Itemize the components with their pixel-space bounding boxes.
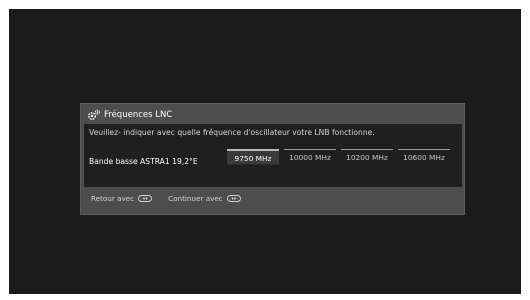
- frequency-option-10600[interactable]: 10600 MHz: [398, 149, 450, 165]
- instruction-text: Veuillez- indiquer avec quelle fréquence…: [89, 128, 375, 137]
- continue-label: Continuer avec: [168, 194, 223, 203]
- back-label: Retour avec: [91, 194, 135, 203]
- tv-screen: Fréquences LNC Veuillez- indiquer avec q…: [9, 9, 521, 294]
- frequency-option-10200[interactable]: 10200 MHz: [341, 149, 393, 165]
- frequency-options: 9750 MHz 10000 MHz 10200 MHz 10600 MHz: [227, 149, 455, 165]
- continue-hint[interactable]: Continuer avec: [168, 194, 241, 203]
- fast-forward-key-icon: [226, 195, 241, 202]
- lnb-frequency-dialog: Fréquences LNC Veuillez- indiquer avec q…: [80, 103, 465, 215]
- dialog-body: Veuillez- indiquer avec quelle fréquence…: [84, 124, 462, 187]
- rewind-key-icon: [138, 195, 153, 202]
- dialog-title-bar: Fréquences LNC: [87, 108, 172, 122]
- frequency-option-9750[interactable]: 9750 MHz: [227, 149, 279, 165]
- frequency-option-10000[interactable]: 10000 MHz: [284, 149, 336, 165]
- dialog-footer: Retour avec Continuer avec: [91, 194, 257, 203]
- back-hint[interactable]: Retour avec: [91, 194, 153, 203]
- band-label: Bande basse ASTRA1 19,2°E: [89, 157, 198, 166]
- gear-icon: [88, 109, 101, 120]
- dialog-title: Fréquences LNC: [104, 110, 173, 120]
